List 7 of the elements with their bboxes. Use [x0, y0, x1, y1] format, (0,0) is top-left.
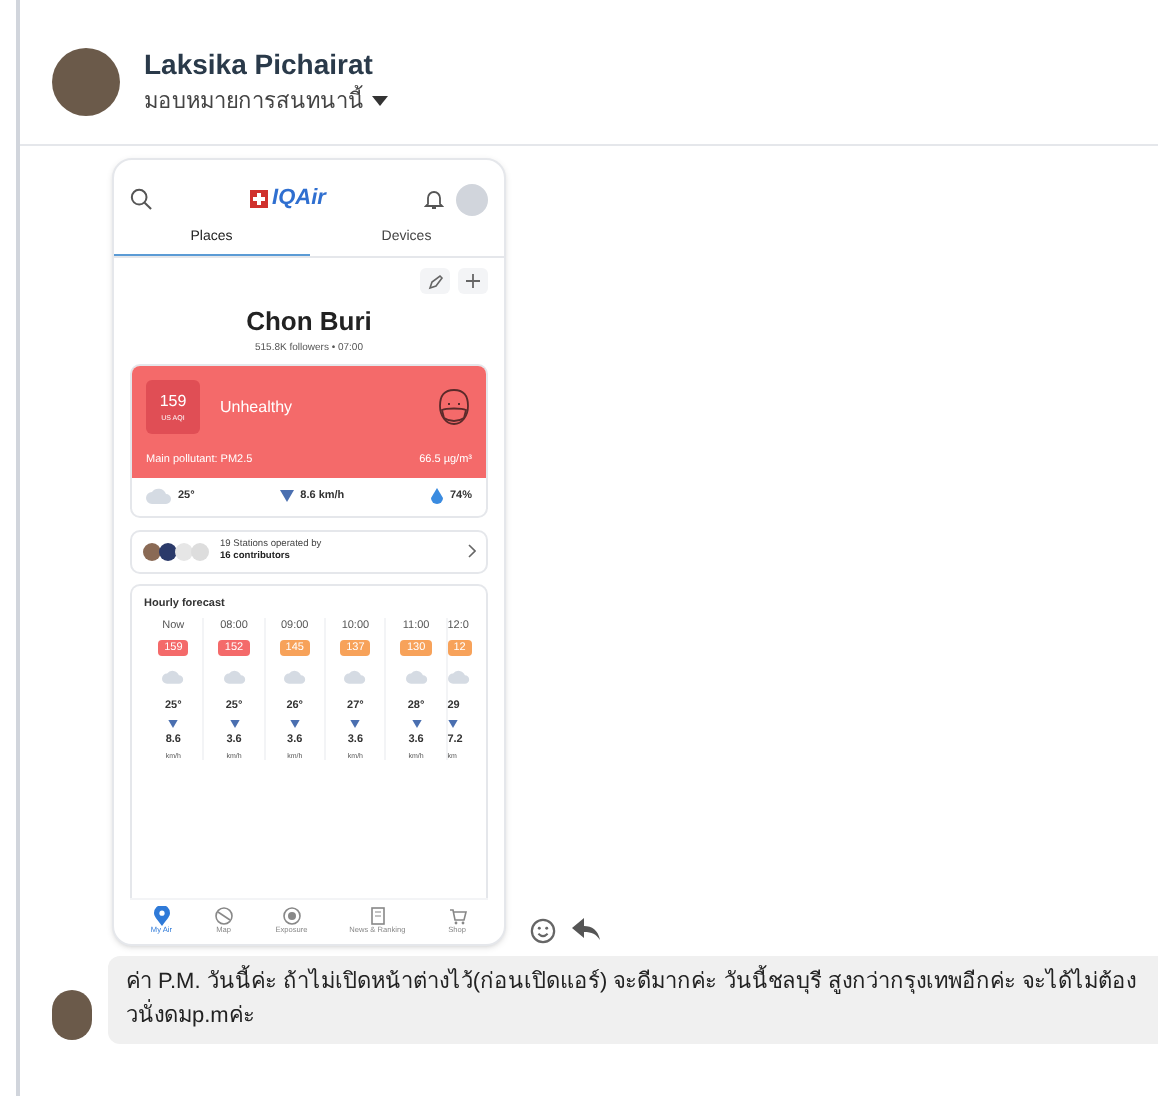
contact-name: Laksika Pichairat: [144, 46, 375, 84]
city-name: Chon Buri: [244, 304, 374, 340]
aqi-status: Unhealthy: [220, 395, 295, 419]
app-logo: IQAir: [272, 188, 326, 210]
assign-dropdown[interactable]: มอบหมายการสนทนานี้: [144, 86, 388, 119]
aqi-value: 159: [159, 389, 187, 414]
message-bubble: ค่า P.M. วันนี้ค่ะ ถ้าไม่เปิดหน้าต่างไว้(ก่อนเปิดแอร์) จะดีมากค่ะ วันนี้ชลบุรี สูงกว่ากรุงเทพอีกค่ะ จะได้ไม่ต้องวนั่งดมp.mค่ะ: [108, 955, 1158, 1043]
